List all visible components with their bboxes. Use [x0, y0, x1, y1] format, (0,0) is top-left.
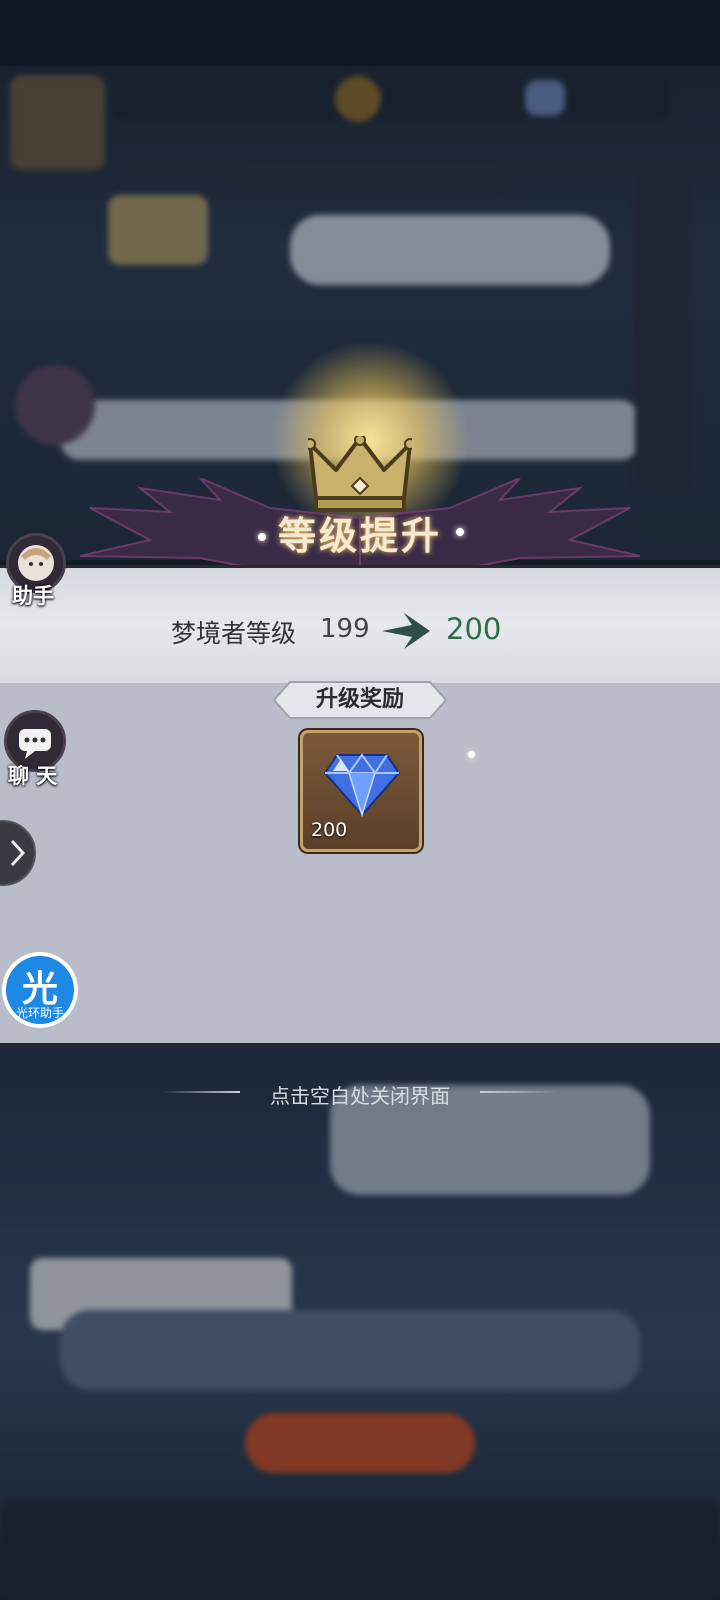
sparkle [258, 533, 266, 541]
chat-label: 聊 天 [8, 764, 58, 788]
crown-icon [308, 436, 412, 512]
sparkle [456, 528, 464, 536]
assistant-label: 助手 [12, 584, 54, 608]
reward-item-count: 200 [311, 819, 348, 841]
guanghuan-label: 光环助手 [15, 1006, 64, 1020]
guanghuan-assistant-button[interactable]: 光 光环助手 [2, 952, 78, 1028]
close-hint: 点击空白处关闭界面 [270, 1084, 450, 1108]
chevron-right-icon [10, 839, 26, 867]
reward-item-diamond[interactable]: 200 [300, 730, 422, 852]
rewards-header-label: 升级奖励 [315, 687, 404, 712]
level-band: 梦境者等级 199 200 [0, 568, 720, 683]
level-row: 梦境者等级 199 200 [0, 608, 720, 658]
status-bar-area [0, 0, 720, 66]
diamond-icon [323, 753, 401, 817]
level-up-title: 等级提升 [277, 513, 442, 558]
arrow-right-icon [382, 613, 430, 649]
old-level-value: 199 [320, 614, 370, 644]
level-up-panel: 梦境者等级 199 200 升级奖励 200 [0, 565, 720, 1047]
new-level-value: 200 [446, 612, 502, 646]
sparkle [468, 751, 475, 758]
level-label: 梦境者等级 [171, 619, 297, 648]
rewards-header: 升级奖励 [272, 680, 448, 720]
